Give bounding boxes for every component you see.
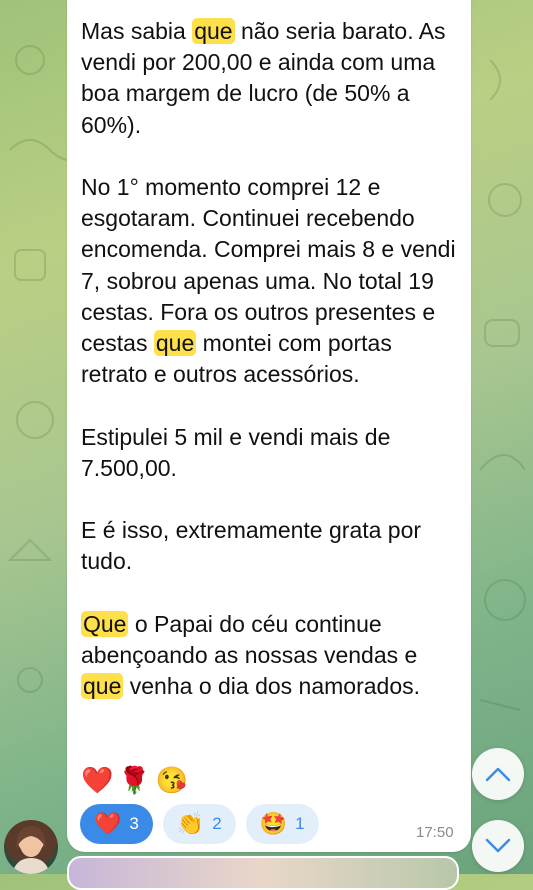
reaction-chip[interactable]: ❤️ 3 <box>80 804 153 844</box>
reaction-emoji: 🤩 <box>259 811 288 836</box>
reaction-count: 3 <box>129 814 139 833</box>
message-text: Mas sabia que não seria barato. As vendi… <box>81 16 463 702</box>
search-highlight: que <box>81 673 124 700</box>
message-paragraph: Que o Papai do céu continue abençoando a… <box>81 609 463 703</box>
message-paragraph: No 1° momento comprei 12 e esgotaram. Co… <box>81 172 463 390</box>
message-timestamp: 17:50 <box>416 824 454 841</box>
search-highlight: que <box>153 330 197 357</box>
next-message-preview[interactable] <box>67 856 459 890</box>
reaction-count: 1 <box>295 814 305 833</box>
reactions-bar: ❤️ 3 👏 2 🤩 1 <box>80 804 319 844</box>
search-highlight: que <box>192 18 235 44</box>
message-emoji: 🌹 <box>118 765 151 795</box>
reaction-chip[interactable]: 👏 2 <box>162 804 236 844</box>
scroll-up-button[interactable] <box>472 748 524 800</box>
avatar-image <box>12 826 50 874</box>
message-text-segment: Estipulei 5 mil e vendi mais de 7.500,00… <box>81 423 397 481</box>
search-highlight: Que <box>81 610 129 637</box>
message-text-segment: No 1° momento comprei 12 e esgotaram. Co… <box>81 174 462 357</box>
message-emoji-row: ❤️ 🌹 😘 <box>81 764 188 796</box>
message-paragraph: Mas sabia que não seria barato. As vendi… <box>81 16 463 141</box>
chevron-down-icon <box>485 838 511 853</box>
message-emoji: ❤️ <box>81 765 114 795</box>
avatar[interactable] <box>4 820 58 874</box>
message-paragraph: E é isso, extremamente grata por tudo. <box>81 515 463 577</box>
chevron-up-icon <box>485 767 511 782</box>
message-text-segment: E é isso, extremamente grata por tudo. <box>81 517 428 575</box>
reaction-emoji: ❤️ <box>94 811 122 836</box>
scroll-down-button[interactable] <box>472 820 524 872</box>
message-emoji: 😘 <box>155 765 189 795</box>
reaction-chip[interactable]: 🤩 1 <box>245 804 319 844</box>
message-text-segment: venha o dia dos namorados. <box>123 673 421 700</box>
message-paragraph: Estipulei 5 mil e vendi mais de 7.500,00… <box>81 422 463 484</box>
message-text-segment: Mas sabia <box>81 18 193 44</box>
reaction-emoji: 👏 <box>176 811 205 836</box>
reaction-count: 2 <box>212 814 222 833</box>
message-text-segment: o Papai do céu continue abençoando as no… <box>81 610 424 668</box>
